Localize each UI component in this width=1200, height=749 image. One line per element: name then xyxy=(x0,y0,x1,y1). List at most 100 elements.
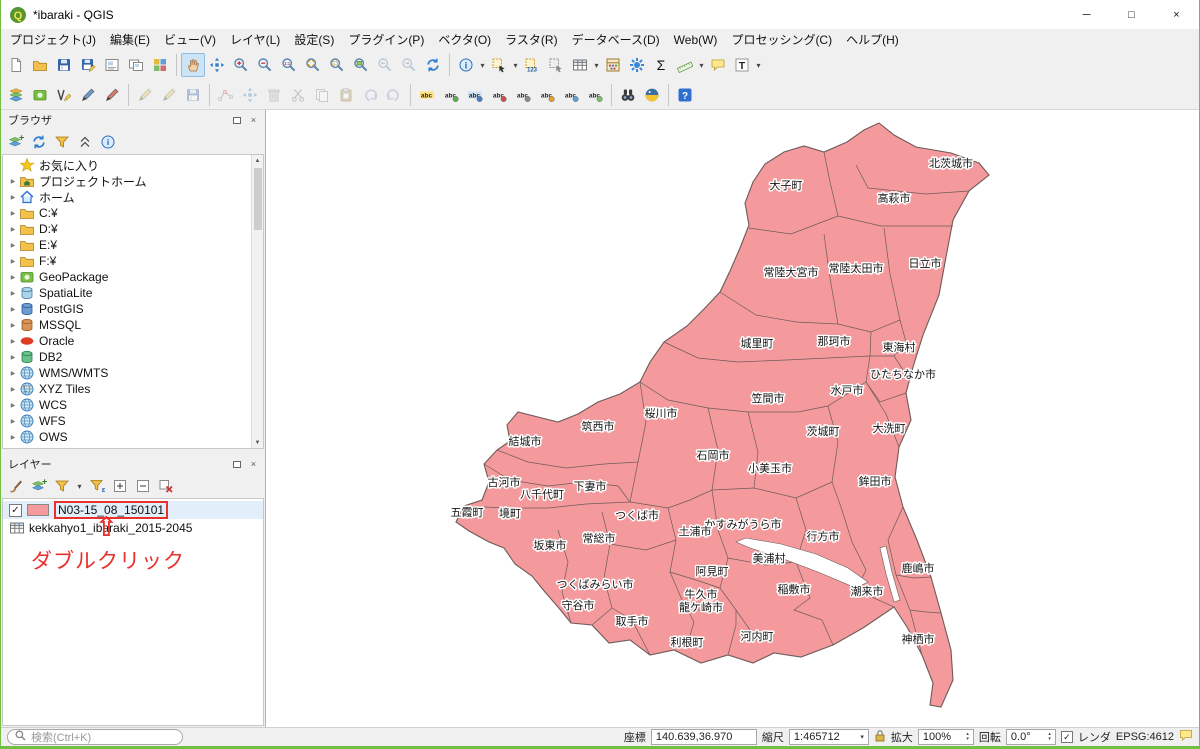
zoom-to-selection-button[interactable] xyxy=(325,53,349,77)
menu-item-5[interactable]: プラグイン(P) xyxy=(341,29,431,50)
text-annotation-dropdown-icon[interactable]: ▾ xyxy=(754,53,763,77)
layer-diagram-options-button[interactable]: abc xyxy=(439,83,463,107)
render-checkbox[interactable]: ✓ xyxy=(1060,731,1073,743)
layer-item[interactable]: kekkahyo1_ibaraki_2015-2045 xyxy=(3,519,263,537)
collapse-all-layers-button[interactable] xyxy=(133,476,153,496)
maximize-button[interactable]: □ xyxy=(1109,0,1154,29)
identify-features-dropdown-icon[interactable]: ▾ xyxy=(478,53,487,77)
browser-item[interactable]: ▶ SpatiaLite xyxy=(3,285,263,301)
expander-icon[interactable]: ▶ xyxy=(7,338,19,345)
expander-icon[interactable]: ▶ xyxy=(7,242,19,249)
metasearch-button[interactable] xyxy=(616,83,640,107)
add-selected-layers-button[interactable]: + xyxy=(6,132,26,152)
titlebar[interactable]: Q *ibaraki - QGIS ─ □ × xyxy=(1,0,1199,29)
style-manager-button[interactable] xyxy=(148,53,172,77)
save-project-button[interactable] xyxy=(52,53,76,77)
open-layer-styling-button[interactable] xyxy=(6,476,26,496)
change-label-button[interactable]: abc xyxy=(583,83,607,107)
menu-item-8[interactable]: データベース(D) xyxy=(565,29,667,50)
scroll-up-icon[interactable]: ▲ xyxy=(252,155,263,166)
browser-item[interactable]: ▶ WFS xyxy=(3,413,263,429)
zoom-in-button[interactable] xyxy=(229,53,253,77)
browser-item[interactable]: ▶ プロジェクトホーム xyxy=(3,173,263,189)
browser-item[interactable]: ▶ C:¥ xyxy=(3,205,263,221)
manage-map-themes-button[interactable] xyxy=(52,476,72,496)
refresh-map-button[interactable] xyxy=(421,53,445,77)
properties-widget-button[interactable]: i xyxy=(98,132,118,152)
processing-toolbox-button[interactable] xyxy=(625,53,649,77)
identify-features-button[interactable]: i xyxy=(454,53,478,77)
save-project-as-button[interactable] xyxy=(76,53,100,77)
undo-button[interactable] xyxy=(358,83,382,107)
menu-item-2[interactable]: ビュー(V) xyxy=(157,29,223,50)
expander-icon[interactable]: ▶ xyxy=(7,178,19,185)
new-shapefile-layer-button[interactable] xyxy=(76,83,100,107)
browser-item[interactable]: ▶ PostGIS xyxy=(3,301,263,317)
expander-icon[interactable]: ▶ xyxy=(7,402,19,409)
open-project-button[interactable] xyxy=(28,53,52,77)
menu-item-6[interactable]: ベクタ(O) xyxy=(431,29,498,50)
rotation-input[interactable]: 0.0° ▴ ▾ xyxy=(1005,729,1056,745)
pan-map-button[interactable] xyxy=(181,53,205,77)
expander-icon[interactable]: ▶ xyxy=(7,226,19,233)
messages-icon[interactable] xyxy=(1179,729,1193,745)
menu-item-0[interactable]: プロジェクト(J) xyxy=(3,29,103,50)
scroll-down-icon[interactable]: ▼ xyxy=(252,437,263,448)
spinner-icons[interactable]: ▴ ▾ xyxy=(1048,732,1051,742)
expander-icon[interactable]: ▶ xyxy=(7,322,19,329)
expander-icon[interactable]: ▶ xyxy=(7,418,19,425)
layer-item[interactable]: ✓ N03-15_08_150101 xyxy=(3,501,263,519)
menu-item-9[interactable]: Web(W) xyxy=(667,31,725,49)
pin-unpin-labels-button[interactable]: abc xyxy=(487,83,511,107)
browser-item[interactable]: ▶ XYZ Tiles xyxy=(3,381,263,397)
browser-item[interactable]: ▶ MSSQL xyxy=(3,317,263,333)
rotate-label-button[interactable]: abc xyxy=(559,83,583,107)
map-canvas[interactable]: 北茨城市 大子町 高萩市 常陸大宮市 常陸太田市 日立市 城里町 那珂市 東海村 ひたちなか市 水戸… xyxy=(265,110,1199,727)
text-annotation-button[interactable]: T xyxy=(730,53,754,77)
field-calculator-button[interactable] xyxy=(601,53,625,77)
browser-item[interactable]: ▶ WCS xyxy=(3,397,263,413)
expander-icon[interactable]: ▶ xyxy=(7,290,19,297)
collapse-all-button[interactable] xyxy=(75,132,95,152)
pan-to-selection-button[interactable] xyxy=(205,53,229,77)
redo-button[interactable] xyxy=(382,83,406,107)
highlight-pinned-labels-button[interactable]: abc xyxy=(463,83,487,107)
expander-icon[interactable]: ▶ xyxy=(7,370,19,377)
move-label-button[interactable]: abc xyxy=(535,83,559,107)
zoom-native-button[interactable]: 1:1 xyxy=(277,53,301,77)
expander-icon[interactable]: ▶ xyxy=(7,274,19,281)
toggle-editing-button[interactable] xyxy=(157,83,181,107)
minimize-button[interactable]: ─ xyxy=(1064,0,1109,29)
filter-browser-button[interactable] xyxy=(52,132,72,152)
paste-features-button[interactable] xyxy=(334,83,358,107)
add-group-button[interactable]: + xyxy=(29,476,49,496)
browser-item[interactable]: ▶ WMS/WMTS xyxy=(3,365,263,381)
current-edits-button[interactable] xyxy=(133,83,157,107)
menu-item-10[interactable]: プロセッシング(C) xyxy=(724,29,839,50)
menu-item-4[interactable]: 設定(S) xyxy=(287,29,341,50)
select-features-dropdown-icon[interactable]: ▾ xyxy=(511,53,520,77)
close-button[interactable]: × xyxy=(1154,0,1199,29)
cut-features-button[interactable] xyxy=(286,83,310,107)
expander-icon[interactable]: ▶ xyxy=(7,434,19,441)
browser-scrollbar[interactable]: ▲ ▼ xyxy=(251,155,263,448)
add-vector-layer-button[interactable] xyxy=(52,83,76,107)
scale-combobox[interactable]: 1:465712 ▾ xyxy=(788,729,869,745)
browser-item[interactable]: ▶ D:¥ xyxy=(3,221,263,237)
browser-item[interactable]: ▶ Oracle xyxy=(3,333,263,349)
browser-float-icon[interactable] xyxy=(230,114,243,127)
browser-item[interactable]: お気に入り xyxy=(3,157,263,173)
add-geopackage-layer-button[interactable] xyxy=(28,83,52,107)
new-geopackage-layer-button[interactable] xyxy=(100,83,124,107)
layers-float-icon[interactable] xyxy=(230,458,243,471)
measure-button[interactable] xyxy=(673,53,697,77)
menu-item-1[interactable]: 編集(E) xyxy=(103,29,157,50)
crs-indicator[interactable]: EPSG:4612 xyxy=(1116,731,1174,743)
select-features-button[interactable] xyxy=(487,53,511,77)
layer-checkbox[interactable]: ✓ xyxy=(9,503,22,517)
expander-icon[interactable]: ▶ xyxy=(7,258,19,265)
browser-item[interactable]: ▶ ホーム xyxy=(3,189,263,205)
scroll-thumb[interactable] xyxy=(253,168,262,230)
data-source-manager-button[interactable] xyxy=(4,83,28,107)
open-attribute-table-dropdown-icon[interactable]: ▾ xyxy=(592,53,601,77)
